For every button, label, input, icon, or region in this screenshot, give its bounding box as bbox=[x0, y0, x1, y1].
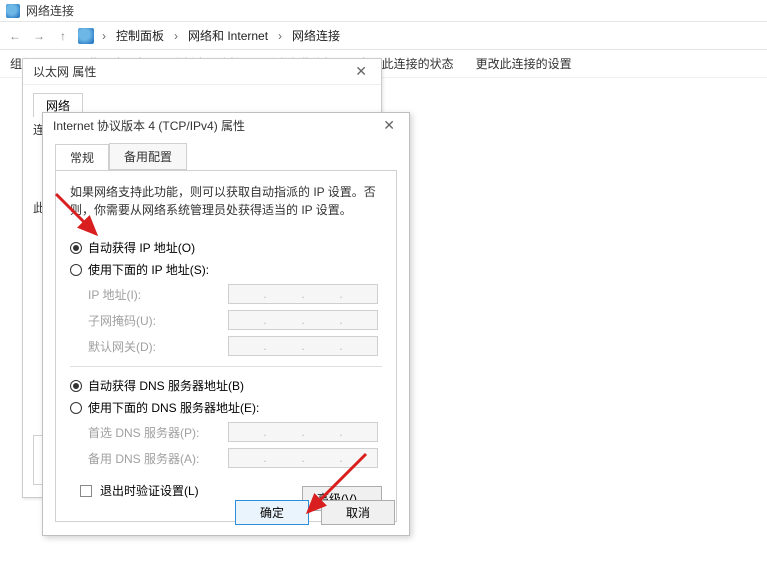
tab-alt[interactable]: 备用配置 bbox=[109, 143, 187, 170]
ipv4-description: 如果网络支持此功能，则可以获取自动指派的 IP 设置。否则，你需要从网络系统管理… bbox=[70, 183, 382, 219]
radio-manual-dns[interactable] bbox=[70, 402, 82, 414]
checkbox-exit-validate-label: 退出时验证设置(L) bbox=[100, 482, 199, 499]
checkbox-exit-validate[interactable] bbox=[80, 485, 92, 497]
ethernet-titlebar: 以太网 属性 ✕ bbox=[23, 59, 381, 85]
input-dns1: ... bbox=[228, 422, 378, 442]
up-arrow-icon[interactable]: ↑ bbox=[54, 27, 72, 45]
close-icon[interactable]: ✕ bbox=[351, 63, 371, 80]
forward-arrow-icon[interactable]: → bbox=[30, 27, 48, 45]
chevron-right-icon: › bbox=[276, 29, 284, 43]
input-gateway: ... bbox=[228, 336, 378, 356]
radio-manual-ip-row[interactable]: 使用下面的 IP 地址(S): bbox=[70, 261, 382, 278]
ok-button[interactable]: 确定 bbox=[235, 500, 309, 525]
radio-auto-ip-label: 自动获得 IP 地址(O) bbox=[88, 239, 195, 256]
toolbar-change[interactable]: 更改此连接的设置 bbox=[476, 55, 572, 72]
ipv4-tabs: 常规 备用配置 bbox=[55, 143, 409, 170]
radio-manual-dns-label: 使用下面的 DNS 服务器地址(E): bbox=[88, 399, 259, 416]
dialog-buttons: 确定 取消 bbox=[235, 500, 395, 525]
label-dns2: 备用 DNS 服务器(A): bbox=[88, 450, 228, 467]
back-arrow-icon[interactable]: ← bbox=[6, 27, 24, 45]
ipv4-titlebar: Internet 协议版本 4 (TCP/IPv4) 属性 ✕ bbox=[43, 113, 409, 137]
network-icon bbox=[6, 4, 20, 18]
radio-auto-dns-label: 自动获得 DNS 服务器地址(B) bbox=[88, 377, 244, 394]
app-title: 网络连接 bbox=[26, 2, 74, 19]
cancel-button[interactable]: 取消 bbox=[321, 500, 395, 525]
radio-manual-dns-row[interactable]: 使用下面的 DNS 服务器地址(E): bbox=[70, 399, 382, 416]
radio-auto-dns-row[interactable]: 自动获得 DNS 服务器地址(B) bbox=[70, 377, 382, 394]
separator bbox=[70, 366, 382, 367]
ethernet-title: 以太网 属性 bbox=[33, 63, 96, 80]
ipv4-title: Internet 协议版本 4 (TCP/IPv4) 属性 bbox=[53, 117, 245, 134]
input-dns2: ... bbox=[228, 448, 378, 468]
ipv4-properties-window: Internet 协议版本 4 (TCP/IPv4) 属性 ✕ 常规 备用配置 … bbox=[42, 112, 410, 536]
radio-auto-ip-row[interactable]: 自动获得 IP 地址(O) bbox=[70, 239, 382, 256]
breadcrumb-icon bbox=[78, 28, 94, 44]
label-mask: 子网掩码(U): bbox=[88, 312, 228, 329]
breadcrumb-segment[interactable]: 网络和 Internet bbox=[186, 27, 270, 44]
label-gateway: 默认网关(D): bbox=[88, 338, 228, 355]
label-dns1: 首选 DNS 服务器(P): bbox=[88, 424, 228, 441]
radio-auto-ip[interactable] bbox=[70, 242, 82, 254]
breadcrumb: ← → ↑ › 控制面板 › 网络和 Internet › 网络连接 bbox=[0, 22, 767, 50]
radio-manual-ip-label: 使用下面的 IP 地址(S): bbox=[88, 261, 209, 278]
explorer-titlebar: 网络连接 bbox=[0, 0, 767, 22]
radio-manual-ip[interactable] bbox=[70, 264, 82, 276]
ipv4-panel: 如果网络支持此功能，则可以获取自动指派的 IP 设置。否则，你需要从网络系统管理… bbox=[55, 170, 397, 522]
close-icon[interactable]: ✕ bbox=[379, 117, 399, 134]
breadcrumb-segment[interactable]: 网络连接 bbox=[290, 27, 342, 44]
label-ip: IP 地址(I): bbox=[88, 286, 228, 303]
chevron-right-icon: › bbox=[100, 29, 108, 43]
radio-auto-dns[interactable] bbox=[70, 380, 82, 392]
breadcrumb-segment[interactable]: 控制面板 bbox=[114, 27, 166, 44]
tab-general[interactable]: 常规 bbox=[55, 144, 109, 171]
input-mask: ... bbox=[228, 310, 378, 330]
chevron-right-icon: › bbox=[172, 29, 180, 43]
input-ip: ... bbox=[228, 284, 378, 304]
